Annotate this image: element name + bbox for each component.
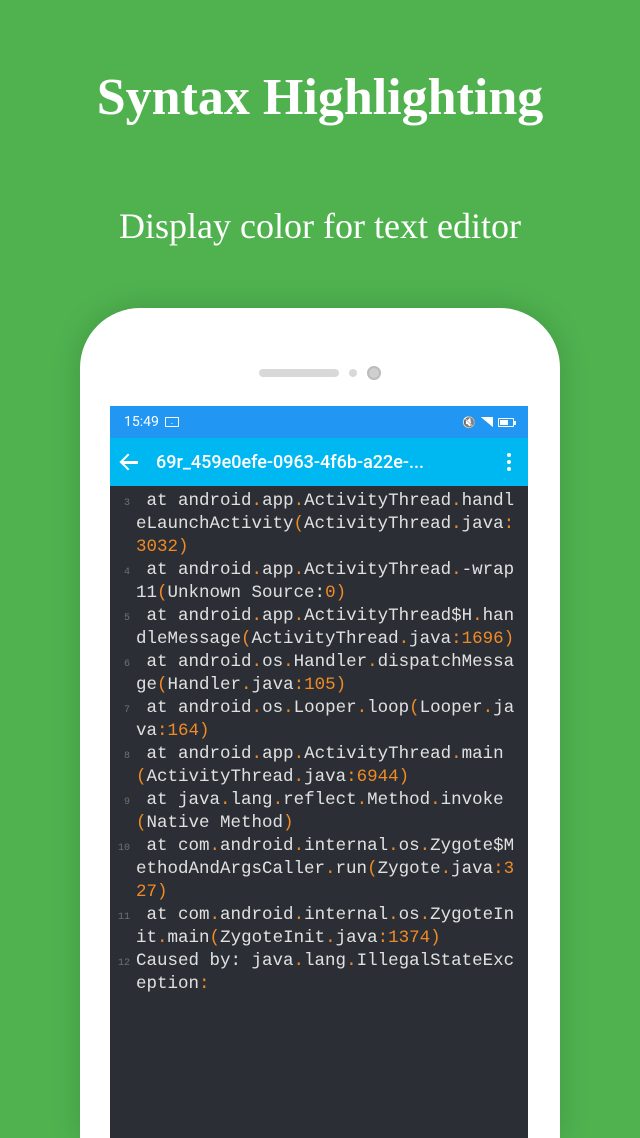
phone-frame: 15:49 69r_459e0efe-0963-4f6b-a22e-... 3 … [80, 308, 560, 1138]
line-number: 10 [110, 835, 136, 860]
phone-screen: 15:49 69r_459e0efe-0963-4f6b-a22e-... 3 … [110, 406, 528, 1138]
code-line: 12Caused by: java.lang.IllegalStateExcep… [110, 950, 528, 996]
code-line: 6 at android.os.Handler.dispatchMessage(… [110, 651, 528, 697]
line-content: at android.app.ActivityThread$H.handleMe… [136, 605, 528, 651]
code-line: 8 at android.app.ActivityThread.main(Act… [110, 743, 528, 789]
status-time: 15:49 [124, 414, 159, 430]
line-number: 9 [110, 789, 136, 814]
app-bar-title: 69r_459e0efe-0963-4f6b-a22e-... [156, 452, 482, 473]
mute-icon [462, 415, 476, 429]
line-number: 5 [110, 605, 136, 630]
line-content: at com.android.internal.os.ZygoteInit.ma… [136, 904, 528, 950]
line-content: at com.android.internal.os.Zygote$Method… [136, 835, 528, 904]
line-content: at android.app.ActivityThread.main(Activ… [136, 743, 528, 789]
code-line: 9 at java.lang.reflect.Method.invoke(Nat… [110, 789, 528, 835]
code-line: 10 at com.android.internal.os.Zygote$Met… [110, 835, 528, 904]
line-content: at android.os.Looper.loop(Looper.java:16… [136, 697, 528, 743]
line-number: 3 [110, 490, 136, 515]
hero-title: Syntax Highlighting [0, 0, 640, 127]
code-line: 4 at android.app.ActivityThread.-wrap11(… [110, 559, 528, 605]
status-bar: 15:49 [110, 406, 528, 438]
hero-subtitle: Display color for text editor [0, 127, 640, 247]
line-content: at android.os.Handler.dispatchMessage(Ha… [136, 651, 528, 697]
code-line: 11 at com.android.internal.os.ZygoteInit… [110, 904, 528, 950]
notification-icon [165, 417, 179, 427]
code-editor[interactable]: 3 at android.app.ActivityThread.handleLa… [110, 486, 528, 996]
code-line: 3 at android.app.ActivityThread.handleLa… [110, 490, 528, 559]
line-content: at java.lang.reflect.Method.invoke(Nativ… [136, 789, 528, 835]
line-content: Caused by: java.lang.IllegalStateExcepti… [136, 950, 528, 996]
line-content: at android.app.ActivityThread.handleLaun… [136, 490, 528, 559]
code-line: 7 at android.os.Looper.loop(Looper.java:… [110, 697, 528, 743]
app-bar: 69r_459e0efe-0963-4f6b-a22e-... [110, 438, 528, 486]
line-number: 8 [110, 743, 136, 768]
overflow-menu-button[interactable] [500, 453, 518, 471]
phone-speaker [259, 366, 381, 380]
signal-icon [481, 417, 493, 427]
line-number: 12 [110, 950, 136, 975]
back-button[interactable] [120, 453, 138, 471]
line-number: 11 [110, 904, 136, 929]
line-number: 6 [110, 651, 136, 676]
line-content: at android.app.ActivityThread.-wrap11(Un… [136, 559, 528, 605]
code-line: 5 at android.app.ActivityThread$H.handle… [110, 605, 528, 651]
line-number: 7 [110, 697, 136, 722]
line-number: 4 [110, 559, 136, 584]
battery-icon [498, 418, 514, 427]
